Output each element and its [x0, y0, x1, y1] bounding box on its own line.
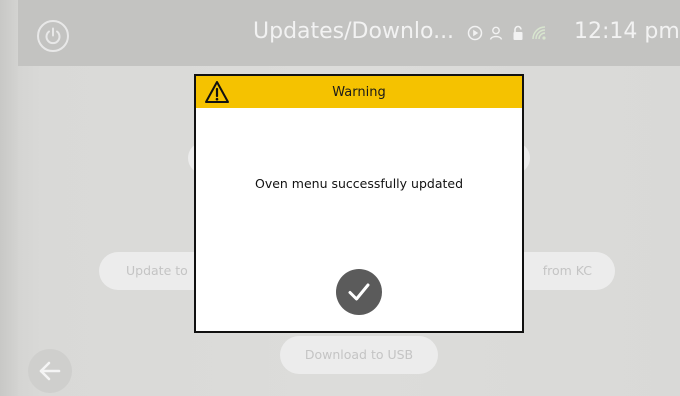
clock: 12:14 pm [574, 19, 680, 44]
dialog-message: Oven menu successfully updated [254, 176, 464, 191]
warning-dialog: Warning Oven menu successfully updated [194, 74, 524, 333]
dialog-header: Warning [196, 76, 522, 108]
status-icons [467, 25, 547, 41]
oven-screen: Updates/Downlo... 12:14 pm Update to fro… [0, 0, 680, 396]
lock-icon [513, 25, 523, 40]
dialog-title: Warning [332, 85, 386, 100]
back-button [28, 349, 72, 393]
wifi-icon [532, 26, 546, 40]
download-to-usb-button: Download to USB [280, 336, 438, 374]
power-button[interactable] [37, 20, 69, 52]
screen-bezel [0, 0, 18, 396]
page-title: Updates/Downlo... [253, 19, 455, 44]
play-circle-icon [467, 25, 483, 41]
power-icon [45, 27, 61, 45]
confirm-button[interactable] [336, 269, 382, 315]
user-icon [489, 26, 503, 40]
back-arrow-icon [39, 361, 61, 381]
checkmark-icon [348, 283, 370, 301]
